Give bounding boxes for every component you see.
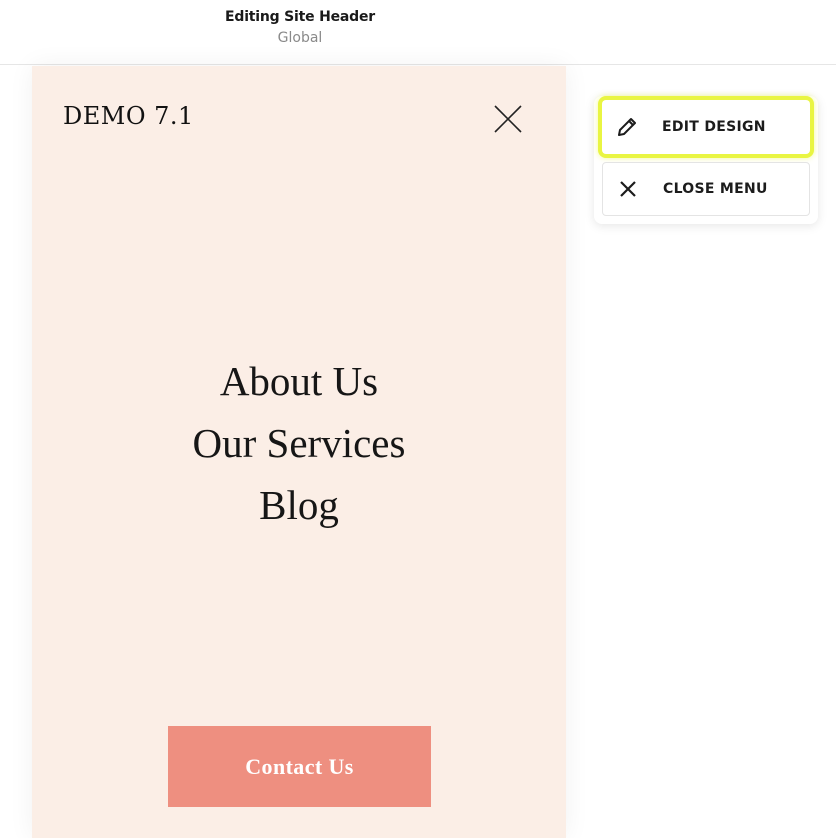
- editor-top-bar: Editing Site Header Global: [0, 0, 836, 65]
- site-header-preview: DEMO 7.1 About Us Our Services Blog Cont…: [32, 66, 566, 838]
- edit-design-label: EDIT DESIGN: [662, 119, 766, 135]
- nav-item-blog[interactable]: Blog: [32, 474, 566, 536]
- close-menu-label: CLOSE MENU: [663, 181, 768, 197]
- close-icon: [616, 177, 640, 201]
- pencil-icon: [615, 115, 639, 139]
- nav-item-our-services[interactable]: Our Services: [32, 412, 566, 474]
- close-menu-button[interactable]: CLOSE MENU: [602, 162, 810, 216]
- contact-us-button[interactable]: Contact Us: [168, 726, 431, 807]
- nav-item-about-us[interactable]: About Us: [32, 350, 566, 412]
- header-action-panel: EDIT DESIGN CLOSE MENU: [594, 96, 818, 224]
- menu-close-icon[interactable]: [493, 104, 523, 134]
- mobile-nav-menu: About Us Our Services Blog: [32, 350, 566, 536]
- editor-subtitle: Global: [277, 30, 323, 46]
- editor-title: Editing Site Header: [225, 9, 375, 25]
- site-title[interactable]: DEMO 7.1: [63, 102, 194, 130]
- edit-design-button[interactable]: EDIT DESIGN: [602, 100, 810, 154]
